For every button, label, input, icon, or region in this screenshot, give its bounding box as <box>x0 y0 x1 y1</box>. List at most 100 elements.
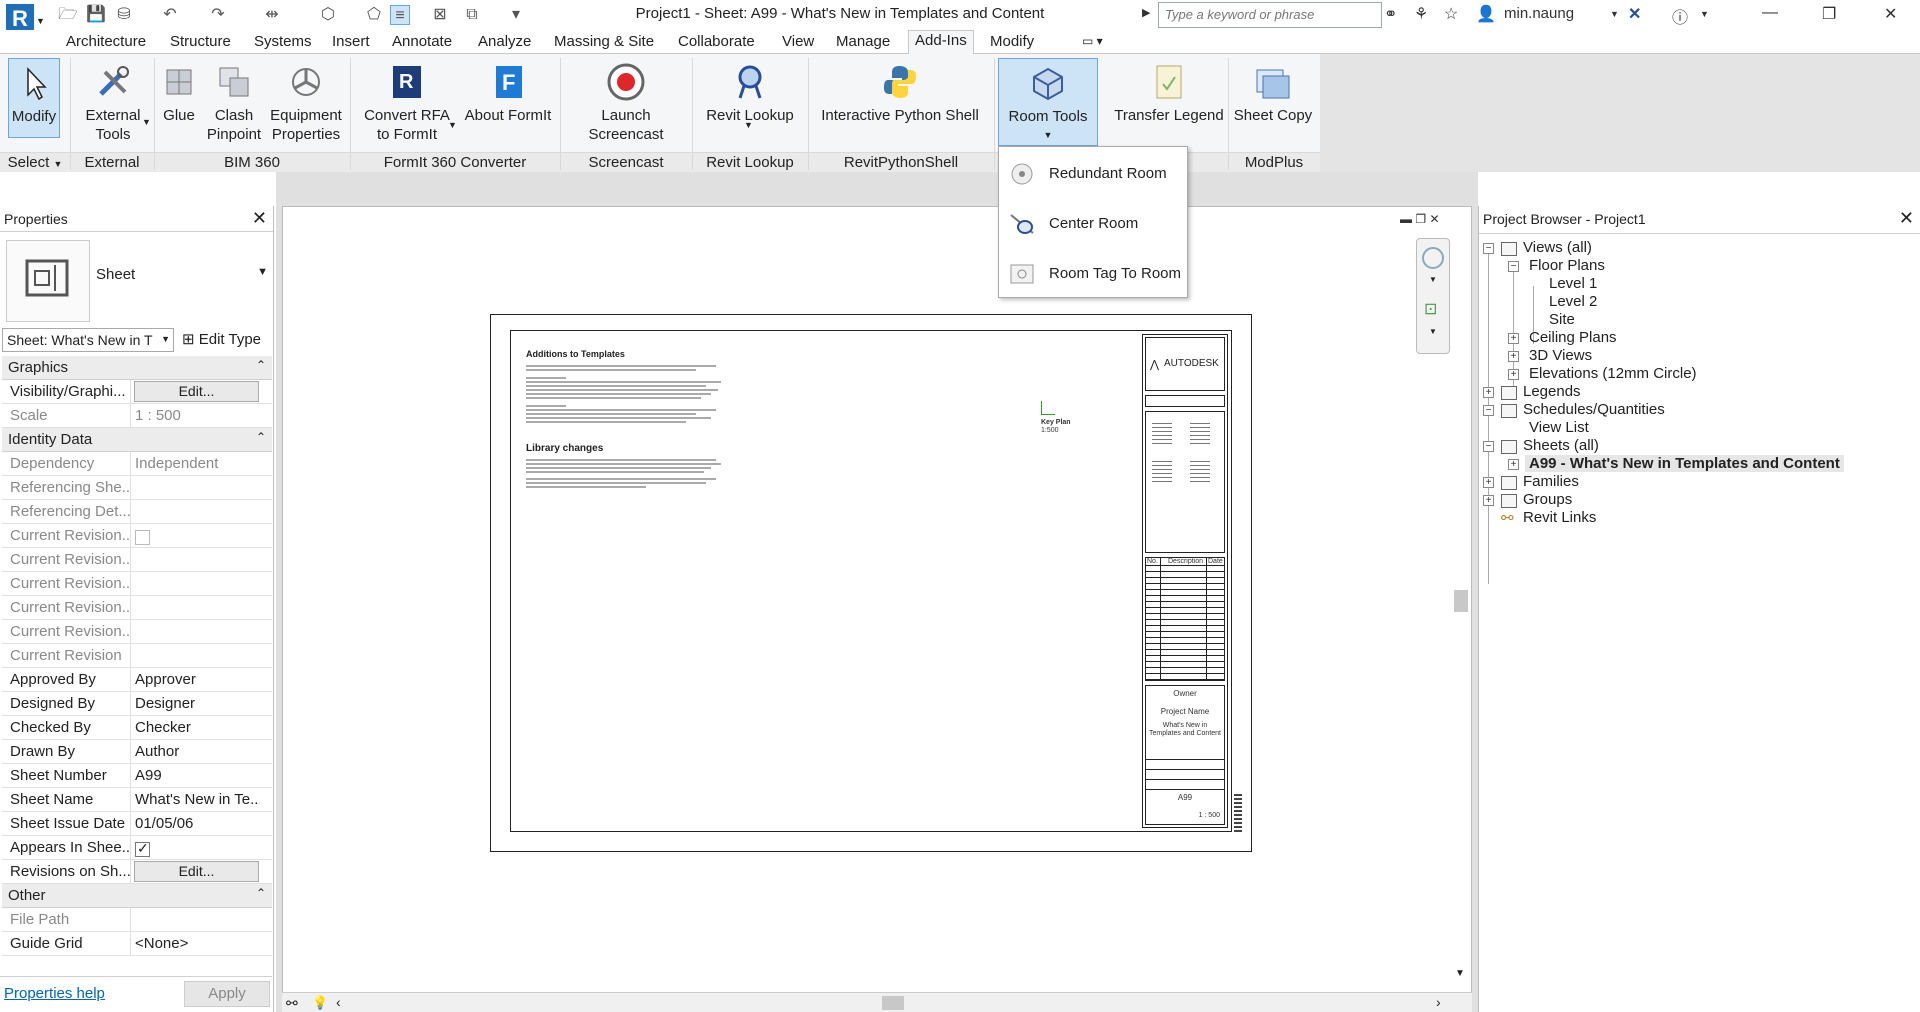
wheel-chevron-icon[interactable]: ▼ <box>1429 275 1437 284</box>
close-view-icon[interactable]: ✕ <box>1429 212 1439 226</box>
properties-help-link[interactable]: Properties help <box>4 985 105 1002</box>
menu-item-redundant-room[interactable]: Redundant Room <box>999 151 1187 195</box>
collapse-floor-plans-icon[interactable]: − <box>1508 261 1519 272</box>
sheet-issue-date-field[interactable]: 01/05/06 <box>133 812 260 836</box>
steering-wheel-icon[interactable] <box>1422 247 1444 269</box>
tree-item-groups[interactable]: Groups <box>1523 491 1572 508</box>
equipment-properties-button[interactable]: Equipment Properties <box>268 58 344 144</box>
tree-item-legends[interactable]: Legends <box>1523 383 1581 400</box>
tree-item-revit-links[interactable]: Revit Links <box>1523 509 1596 526</box>
modify-button[interactable]: Modify <box>8 58 60 138</box>
tab-collaborate[interactable]: Collaborate <box>672 32 761 51</box>
tab-massing-site[interactable]: Massing & Site <box>548 32 660 51</box>
horizontal-scroll-thumb[interactable] <box>882 996 904 1010</box>
tab-insert[interactable]: Insert <box>326 32 376 51</box>
save-icon[interactable]: 💾 <box>86 5 106 25</box>
tree-item-sheets[interactable]: Sheets (all) <box>1523 437 1599 454</box>
tree-item-floor-plans[interactable]: Floor Plans <box>1529 257 1605 274</box>
undo-icon[interactable]: ↶ <box>160 5 180 25</box>
transfer-legend-button[interactable]: Transfer Legend <box>1112 58 1226 125</box>
tab-annotate[interactable]: Annotate <box>386 32 458 51</box>
menu-item-center-room[interactable]: Center Room <box>999 201 1187 245</box>
drawn-by-field[interactable]: Author <box>133 740 260 764</box>
minimize-icon[interactable]: — <box>1762 4 1778 22</box>
scroll-right-icon[interactable]: › <box>1436 994 1441 1010</box>
open-icon[interactable]: 🗁 <box>58 5 78 25</box>
tree-item-views[interactable]: Views (all) <box>1523 239 1592 256</box>
tree-item-elevations[interactable]: Elevations (12mm Circle) <box>1529 365 1697 382</box>
tree-item-level-1[interactable]: Level 1 <box>1549 275 1597 292</box>
favorites-star-icon[interactable]: ☆ <box>1444 4 1458 24</box>
checked-by-field[interactable]: Checker <box>133 716 260 740</box>
vertical-scroll-thumb[interactable] <box>1454 590 1468 612</box>
tree-item-site[interactable]: Site <box>1549 311 1575 328</box>
revit-lookup-button[interactable]: Revit Lookup <box>704 58 796 125</box>
measure-icon[interactable]: ⇹ <box>262 5 282 25</box>
tab-modify[interactable]: Modify <box>984 32 1040 51</box>
help-menu-chevron-icon[interactable]: ▼ <box>1700 9 1709 19</box>
restore-icon[interactable]: ❐ <box>1822 4 1836 24</box>
clash-pinpoint-button[interactable]: Clash Pinpoint <box>206 58 262 144</box>
tab-view[interactable]: View <box>776 32 820 51</box>
tab-systems[interactable]: Systems <box>248 32 318 51</box>
category-other[interactable]: Other ⌃ <box>2 884 272 908</box>
collapse-views-icon[interactable]: − <box>1483 243 1494 254</box>
user-menu-chevron-icon[interactable]: ▼ <box>1610 9 1619 19</box>
external-tools-chevron-icon[interactable]: ▼ <box>142 117 151 127</box>
category-graphics[interactable]: Graphics ⌃ <box>2 356 272 380</box>
zoom-region-icon[interactable]: ⊡ <box>1424 299 1437 319</box>
expand-3d-views-icon[interactable]: + <box>1508 351 1519 362</box>
collapse-sheets-icon[interactable]: − <box>1483 441 1494 452</box>
appears-in-sheet-list-checkbox[interactable] <box>135 840 150 857</box>
thin-lines-icon[interactable]: ≡ <box>390 5 410 25</box>
help-icon[interactable]: ⓘ <box>1672 4 1688 28</box>
menu-item-room-tag-to-room[interactable]: Room Tag To Room <box>999 251 1187 295</box>
exchange-apps-icon[interactable]: ✕ <box>1628 4 1641 24</box>
expand-legends-icon[interactable]: + <box>1483 387 1494 398</box>
binoculars-icon[interactable]: ⚭ <box>1384 4 1397 24</box>
expand-ceiling-plans-icon[interactable]: + <box>1508 333 1519 344</box>
group-select[interactable]: Select ▼ <box>0 152 70 172</box>
tree-item-view-list[interactable]: View List <box>1529 419 1589 436</box>
ribbon-minimize-icon[interactable]: ▭ ▾ <box>1076 33 1109 49</box>
3d-view-icon[interactable]: ⬡ <box>318 5 338 25</box>
tab-manage[interactable]: Manage <box>830 32 896 51</box>
approved-by-field[interactable]: Approver <box>133 668 260 692</box>
revisions-edit-button[interactable]: Edit... <box>134 861 259 882</box>
close-window-icon[interactable]: ✕ <box>1884 4 1897 24</box>
scroll-left-icon[interactable]: ‹ <box>336 994 341 1010</box>
room-tools-button[interactable]: Room Tools ▼ <box>998 58 1098 146</box>
minimize-view-icon[interactable]: ▬ <box>1400 212 1412 226</box>
sync-icon[interactable]: ⛁ <box>114 5 134 25</box>
convert-rfa-button[interactable]: R Convert RFA to FormIt <box>362 58 452 144</box>
launch-screencast-button[interactable]: Launch Screencast <box>564 58 688 144</box>
expand-groups-icon[interactable]: + <box>1483 495 1494 506</box>
external-tools-button[interactable]: External Tools <box>80 58 146 144</box>
tree-item-3d-views[interactable]: 3D Views <box>1529 347 1592 364</box>
tab-add-ins[interactable]: Add-Ins <box>908 30 974 55</box>
vertical-scrollbar[interactable]: ▼ <box>1452 212 1470 992</box>
zoom-chevron-icon[interactable]: ▼ <box>1429 327 1437 336</box>
instance-filter-select[interactable]: Sheet: What's New in T ▼ <box>2 328 174 352</box>
tab-architecture[interactable]: Architecture <box>60 32 152 51</box>
interactive-python-shell-button[interactable]: Interactive Python Shell <box>818 58 982 125</box>
sheet-number-field[interactable]: A99 <box>133 764 260 788</box>
tree-item-level-2[interactable]: Level 2 <box>1549 293 1597 310</box>
visibility-edit-button[interactable]: Edit... <box>134 381 259 402</box>
convert-rfa-chevron-icon[interactable]: ▼ <box>448 120 457 130</box>
switch-windows-icon[interactable]: ⧉ <box>462 5 482 25</box>
type-dropdown-chevron-icon[interactable]: ▼ <box>257 266 268 278</box>
user-icon[interactable]: 👤 <box>1476 4 1496 24</box>
glue-button[interactable]: Glue <box>158 58 200 125</box>
collapse-schedules-icon[interactable]: − <box>1483 405 1494 416</box>
revit-lookup-chevron-icon[interactable]: ▼ <box>744 120 753 130</box>
sheet-name-field[interactable]: What's New in Te... <box>133 788 260 812</box>
expand-a99-icon[interactable]: + <box>1508 459 1519 470</box>
designed-by-field[interactable]: Designer <box>133 692 260 716</box>
tab-structure[interactable]: Structure <box>164 32 237 51</box>
type-selector[interactable]: Sheet ▼ <box>4 238 270 322</box>
expand-search-icon[interactable]: ▶ <box>1142 6 1150 19</box>
guide-grid-select[interactable]: <None> <box>133 932 260 956</box>
redo-icon[interactable]: ↷ <box>208 5 228 25</box>
customize-qat-icon[interactable]: ▾ <box>506 5 526 25</box>
